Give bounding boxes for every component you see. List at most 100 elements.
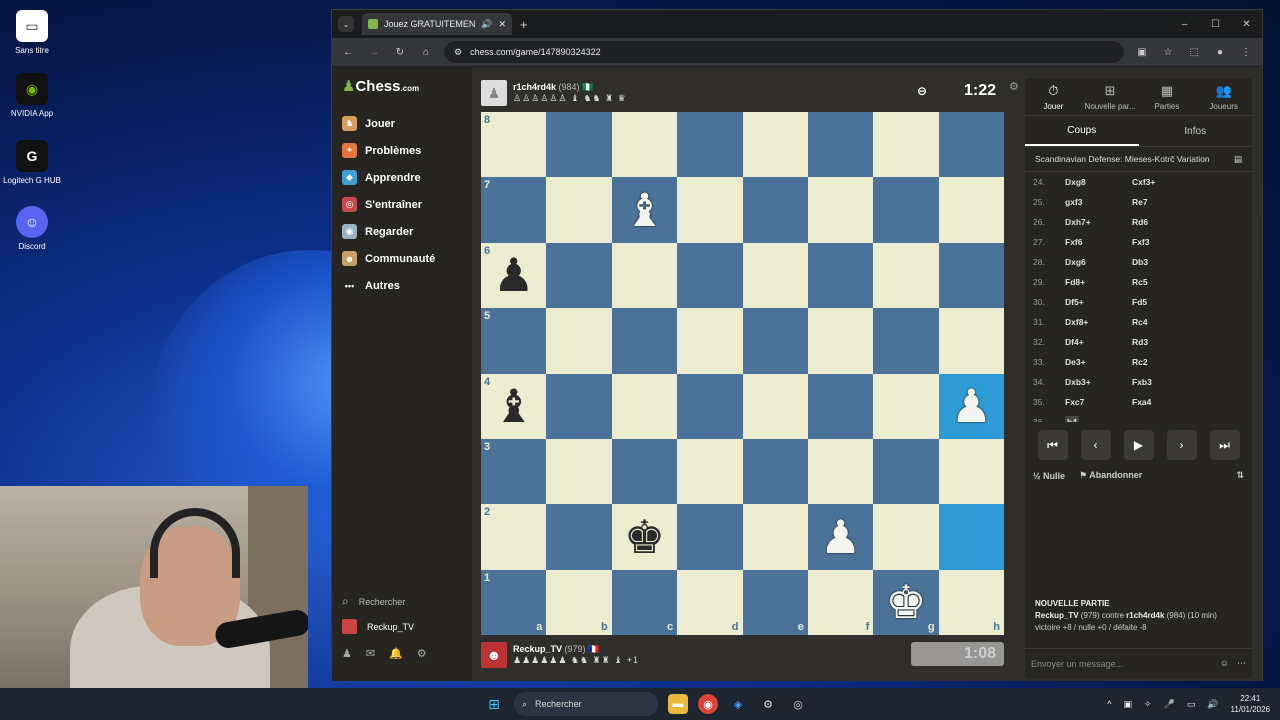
address-bar[interactable]: ⚙ chess.com/game/147890324322 <box>444 41 1124 63</box>
back-icon[interactable]: ← <box>340 47 356 58</box>
notifications-icon[interactable]: 🔔 <box>389 647 403 660</box>
resign-button[interactable]: ⚑ Abandonner <box>1079 470 1142 481</box>
forward-icon[interactable]: → <box>366 47 382 58</box>
chess-board[interactable]: 8 7 ♝ 6 ♟ 5 4 ♝ ♟ 3 2 ♚ ♟ 1 a b c d e f g ♚ h <box>481 112 1004 635</box>
flip-board-icon[interactable]: ⇅ <box>1236 470 1244 481</box>
white-piece-icon[interactable]: ♟ <box>951 383 992 429</box>
square-e5[interactable] <box>742 308 808 374</box>
white-move[interactable]: De3+ <box>1065 357 1132 367</box>
sidebar-search[interactable]: ⌕ Rechercher <box>342 589 427 614</box>
messages-icon[interactable]: ✉ <box>366 647 375 660</box>
square-a4[interactable]: 4 ♝ <box>481 373 547 439</box>
square-g3[interactable] <box>873 438 939 505</box>
panel-tab-1[interactable]: ⊞ Nouvelle par... <box>1082 78 1139 115</box>
minimize-button[interactable]: – <box>1169 19 1200 30</box>
maximize-button[interactable]: ☐ <box>1200 19 1231 30</box>
white-move[interactable]: Fd8+ <box>1065 277 1132 287</box>
reload-icon[interactable]: ↻ <box>392 47 408 58</box>
square-c4[interactable] <box>611 373 678 439</box>
panel-tab-2[interactable]: ▦ Parties <box>1139 78 1196 115</box>
square-b3[interactable] <box>546 438 612 505</box>
chesscom-logo[interactable]: ♟Chess.com <box>342 77 419 95</box>
next-move-button[interactable]: › <box>1166 430 1197 460</box>
black-move[interactable]: Rc5 <box>1132 277 1199 287</box>
white-move[interactable]: Dxf8+ <box>1065 317 1132 327</box>
square-d7[interactable] <box>677 177 743 243</box>
audio-icon[interactable]: 🔊 <box>481 19 492 30</box>
square-c8[interactable] <box>611 112 678 178</box>
file-explorer-icon[interactable]: ▬ <box>668 694 688 714</box>
square-h4[interactable]: ♟ <box>938 373 1004 439</box>
white-move[interactable]: Df4+ <box>1065 337 1132 347</box>
square-g7[interactable] <box>873 177 939 243</box>
square-b7[interactable] <box>546 177 612 243</box>
sidebar-item-3[interactable]: ◎ S'entraîner <box>342 191 435 218</box>
square-c7[interactable]: ♝ <box>611 177 678 243</box>
cast-icon[interactable]: ▣ <box>1134 47 1150 58</box>
square-d5[interactable] <box>677 308 743 374</box>
windows-start-icon[interactable]: ⊞ <box>484 694 504 714</box>
panel-tab-3[interactable]: 👥 Joueurs <box>1195 78 1252 115</box>
player-name[interactable]: Reckup_TV <box>513 644 562 654</box>
square-e7[interactable] <box>742 177 808 243</box>
extensions-icon[interactable]: ⬚ <box>1186 47 1202 58</box>
square-d4[interactable] <box>677 373 743 439</box>
square-d2[interactable] <box>677 504 743 570</box>
desktop-icon-sans-titre[interactable]: ▭ Sans titre <box>0 10 64 55</box>
microphone-icon[interactable]: 🎤 <box>1164 699 1175 710</box>
volume-icon[interactable]: 🔊 <box>1207 699 1218 710</box>
square-g4[interactable] <box>873 373 939 439</box>
black-move[interactable]: Rc4 <box>1132 317 1199 327</box>
tab-search-dropdown[interactable]: ⌄ <box>338 16 354 32</box>
black-move[interactable]: Fxf3 <box>1132 237 1199 247</box>
square-a6[interactable]: 6 ♟ <box>481 242 547 309</box>
square-g8[interactable] <box>873 112 939 178</box>
black-piece-icon[interactable]: ♚ <box>624 514 665 560</box>
black-move[interactable]: Rd6 <box>1132 217 1199 227</box>
square-b6[interactable] <box>546 242 612 309</box>
square-g1[interactable]: g ♚ <box>873 569 939 635</box>
square-e6[interactable] <box>742 242 808 309</box>
sidebar-item-4[interactable]: ◉ Regarder <box>342 218 435 245</box>
square-f1[interactable]: f <box>807 569 874 635</box>
square-a5[interactable]: 5 <box>481 308 547 374</box>
app-icon[interactable]: ◈ <box>728 694 748 714</box>
square-e3[interactable] <box>742 438 808 505</box>
board-settings-icon[interactable]: ⚙ <box>1009 80 1019 93</box>
square-f4[interactable] <box>807 373 874 439</box>
current-move[interactable]: h4 <box>1065 416 1079 422</box>
first-move-button[interactable]: ⏮ <box>1037 430 1068 460</box>
square-f8[interactable] <box>807 112 874 178</box>
white-move[interactable]: h4 <box>1065 416 1132 422</box>
square-b4[interactable] <box>546 373 612 439</box>
square-c2[interactable]: ♚ <box>611 504 678 570</box>
browser-tab[interactable]: Jouez GRATUITEMENT aux 🔊 ✕ <box>362 13 512 35</box>
square-h6[interactable] <box>938 242 1004 309</box>
square-e2[interactable] <box>742 504 808 570</box>
sidebar-item-2[interactable]: ◆ Apprendre <box>342 164 435 191</box>
black-move[interactable]: Fxa4 <box>1132 397 1199 407</box>
opponent-name[interactable]: r1ch4rd4k <box>513 82 556 92</box>
square-c1[interactable]: c <box>611 569 678 635</box>
square-h8[interactable] <box>938 112 1004 178</box>
desktop-icon-logitech[interactable]: G Logitech G HUB <box>0 140 64 185</box>
square-e1[interactable]: e <box>742 569 808 635</box>
chrome-icon[interactable]: ◉ <box>698 694 718 714</box>
panel-tab-0[interactable]: ⏱ Jouer <box>1025 78 1082 115</box>
play-button[interactable]: ▶ <box>1123 430 1154 460</box>
chat-input[interactable]: Envoyer un message... ☺ ⋯ <box>1025 648 1252 678</box>
square-d3[interactable] <box>677 438 743 505</box>
square-e4[interactable] <box>742 373 808 439</box>
white-move[interactable]: Dxg8 <box>1065 177 1132 187</box>
square-e8[interactable] <box>742 112 808 178</box>
white-move[interactable]: Dxb3+ <box>1065 377 1132 387</box>
recording-app-icon[interactable]: ◎ <box>788 694 808 714</box>
square-f6[interactable] <box>807 242 874 309</box>
book-icon[interactable]: ▤ <box>1234 154 1242 165</box>
draw-button[interactable]: ½ Nulle <box>1033 471 1065 481</box>
settings-icon[interactable]: ⚙ <box>417 647 427 660</box>
square-f2[interactable]: ♟ <box>807 504 874 570</box>
white-move[interactable]: Dxh7+ <box>1065 217 1132 227</box>
tray-app-icon-2[interactable]: ✧ <box>1144 699 1152 710</box>
more-icon[interactable]: ⋯ <box>1237 658 1246 669</box>
